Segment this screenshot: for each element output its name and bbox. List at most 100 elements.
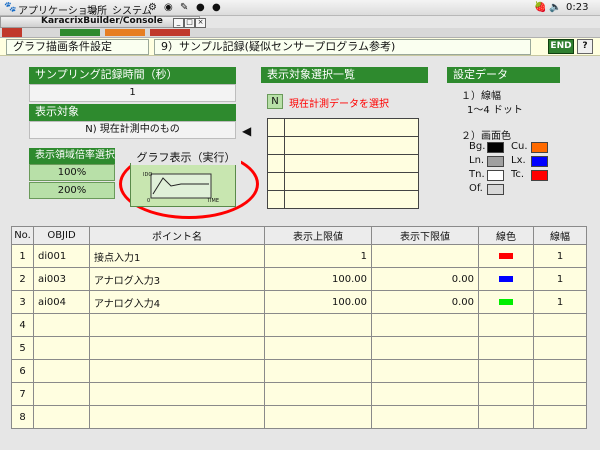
settings-panel: １）線幅 1〜4 ドット ２）画面色 Bg. Cu. Ln. Lx. Tn. T… (447, 83, 560, 210)
window-title: KaracrixBuilder/Console (41, 16, 163, 26)
notification-icon[interactable]: 🍓 (534, 2, 546, 13)
graph-axis-x-label: TIME (207, 198, 220, 204)
line-color-swatch (499, 298, 513, 305)
row-objid[interactable]: ai004 (33, 290, 90, 314)
color-name: Cu. (511, 141, 528, 152)
toolbar-button[interactable] (150, 29, 190, 36)
row-point-name[interactable]: アナログ入力4 (89, 290, 265, 314)
screen-name: グラフ描画条件設定 (6, 39, 149, 55)
zoom-100-button[interactable]: 100% (29, 164, 115, 181)
graph-display-label: グラフ表示（実行） (131, 149, 241, 165)
col-header-no: No. (11, 226, 34, 245)
row-objid[interactable]: ai003 (33, 267, 90, 291)
col-header-line-width: 線幅 (533, 226, 587, 245)
row-objid[interactable]: di001 (33, 244, 90, 268)
menu-applications[interactable]: アプリケーション (18, 2, 98, 17)
color-swatch-of (487, 184, 504, 195)
table-header-row: No. OBJID ポイント名 表示上限値 表示下限値 線色 線幅 (11, 226, 587, 245)
color-name: Tn. (469, 169, 485, 180)
line-width-label: １）線幅 (461, 91, 501, 102)
row-no: 2 (11, 267, 34, 291)
settings-title: 設定データ (447, 67, 560, 83)
toolbar-button[interactable] (60, 29, 100, 36)
clock: 0:23 (566, 2, 589, 13)
row-upper[interactable]: 100.00 (264, 290, 372, 314)
color-name: Lx. (511, 155, 526, 166)
row-line-width[interactable]: 1 (533, 244, 587, 268)
toolbar-button[interactable] (105, 29, 145, 36)
color-label: ２）画面色 (461, 131, 511, 142)
target-select-button[interactable]: N (267, 94, 283, 109)
row-point-name[interactable]: アナログ入力3 (89, 267, 265, 291)
col-header-lower: 表示下限値 (371, 226, 479, 245)
app-logo-icon (2, 28, 22, 37)
close-button[interactable]: × (195, 18, 206, 28)
target-list-panel: N 現在計測データを選択 (261, 83, 428, 210)
sampling-field[interactable]: 1 (29, 84, 236, 102)
row-upper[interactable]: 100.00 (264, 267, 372, 291)
row-lower[interactable]: 0.00 (371, 290, 479, 314)
col-header-upper: 表示上限値 (264, 226, 372, 245)
table-row[interactable]: 7 (11, 382, 587, 406)
col-header-line-color: 線色 (478, 226, 534, 245)
line-width-value: 1〜4 ドット (467, 105, 523, 116)
row-point-name[interactable]: 接点入力1 (89, 244, 265, 268)
graph-display-button[interactable]: IDO 0 TIME (130, 163, 236, 207)
help-button[interactable]: ? (577, 39, 593, 54)
row-line-color[interactable] (478, 290, 534, 314)
col-header-point-name: ポイント名 (89, 226, 265, 245)
display-target-label: 表示対象 (29, 104, 236, 121)
table-row[interactable]: 8 (11, 405, 587, 429)
row-no: 4 (11, 313, 34, 337)
launcher-icon[interactable]: ✎ (180, 2, 188, 13)
menu-places[interactable]: 場所 (87, 2, 107, 17)
row-line-color[interactable] (478, 267, 534, 291)
row-no: 1 (11, 244, 34, 268)
row-upper[interactable]: 1 (264, 244, 372, 268)
color-swatch-ln (487, 156, 504, 167)
maximize-button[interactable]: □ (184, 18, 195, 28)
system-panel: 🐾 アプリケーション 場所 システム ⚙ ◉ ✎ ● ● 🍓 🔈 0:23 (0, 0, 600, 17)
row-no: 3 (11, 290, 34, 314)
col-header-objid: OBJID (33, 226, 90, 245)
foot-icon[interactable]: 🐾 (4, 2, 16, 13)
table-row[interactable]: 6 (11, 359, 587, 383)
minimize-button[interactable]: _ (173, 18, 184, 28)
row-line-color[interactable] (478, 244, 534, 268)
graph-axis-origin-label: 0 (147, 198, 151, 204)
table-row[interactable]: 2 ai003 アナログ入力3 100.00 0.00 1 (11, 267, 587, 291)
table-row[interactable]: 1 di001 接点入力1 1 1 (11, 244, 587, 268)
color-swatch-lx (531, 156, 548, 167)
color-swatch-bg (487, 142, 504, 153)
color-swatch-cu (531, 142, 548, 153)
color-name: Bg. (469, 141, 486, 152)
graph-axis-y-label: IDO (143, 172, 153, 178)
color-name: Tc. (511, 169, 525, 180)
display-target-field[interactable]: N) 現在計測中のもの (29, 121, 236, 139)
row-lower[interactable]: 0.00 (371, 267, 479, 291)
color-name: Of. (469, 183, 483, 194)
speaker-icon[interactable]: 🔈 (549, 2, 561, 13)
end-button[interactable]: END (548, 39, 574, 54)
menu-system[interactable]: システム (112, 2, 152, 17)
point-table: No. OBJID ポイント名 表示上限値 表示下限値 線色 線幅 1 di00… (11, 226, 587, 429)
record-title: 9）サンプル記録(疑似センサープログラム参考) (154, 39, 531, 55)
launcher-icon[interactable]: ◉ (164, 2, 173, 13)
line-color-swatch (499, 252, 513, 259)
zoom-200-button[interactable]: 200% (29, 182, 115, 199)
table-row[interactable]: 4 (11, 313, 587, 337)
color-swatch-tc (531, 170, 548, 181)
row-line-width[interactable]: 1 (533, 290, 587, 314)
launcher-icon[interactable]: ● (196, 2, 205, 13)
left-arrow-icon: ◀ (242, 124, 252, 138)
color-swatch-tn (487, 170, 504, 181)
table-row[interactable]: 3 ai004 アナログ入力4 100.00 0.00 1 (11, 290, 587, 314)
window-titlebar[interactable]: KaracrixBuilder/Console _ □ × (0, 16, 206, 28)
row-lower[interactable] (371, 244, 479, 268)
row-line-width[interactable]: 1 (533, 267, 587, 291)
row-no: 5 (11, 336, 34, 360)
screen-header: グラフ描画条件設定 9）サンプル記録(疑似センサープログラム参考) END ? (0, 38, 600, 56)
launcher-icon[interactable]: ⚙ (148, 2, 157, 13)
launcher-icon[interactable]: ● (212, 2, 221, 13)
table-row[interactable]: 5 (11, 336, 587, 360)
